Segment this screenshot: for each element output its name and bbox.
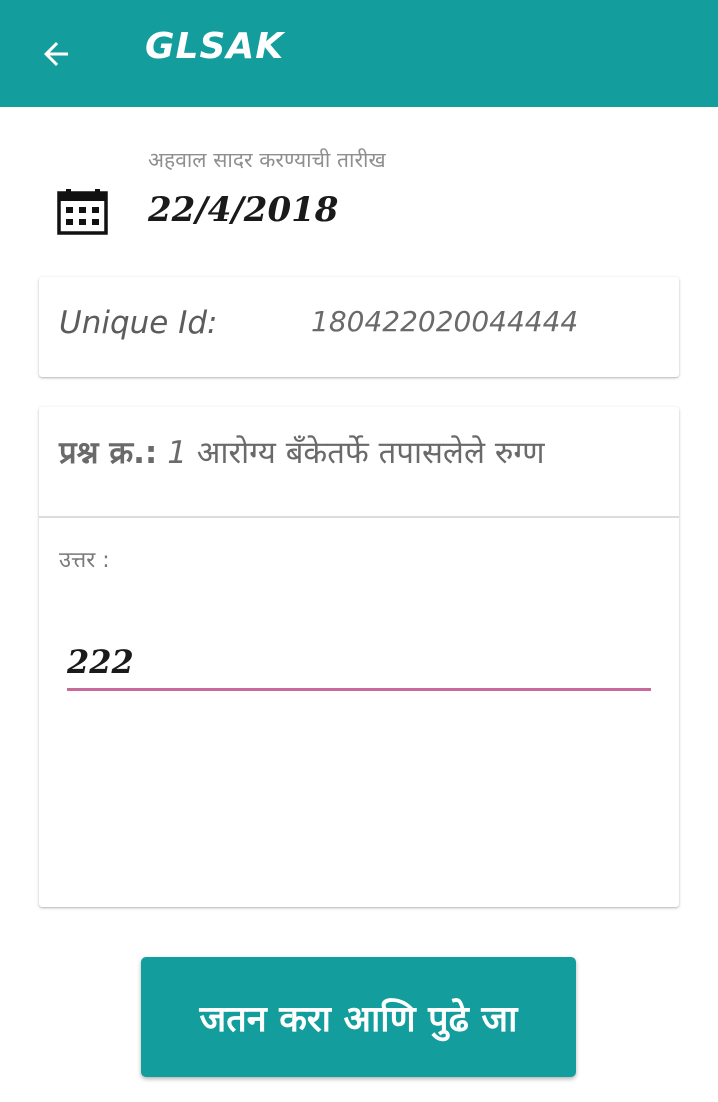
app-bar: GLSAK [0, 0, 718, 107]
question-divider [39, 516, 679, 518]
question-heading: प्रश्न क्र.: 1 आरोग्य बँकेतर्फे तपासलेले… [59, 431, 544, 473]
save-and-next-button[interactable]: जतन करा आणि पुढे जा [141, 957, 576, 1077]
unique-id-label: Unique Id: [59, 305, 218, 341]
arrow-left-icon [44, 42, 68, 66]
report-date-label: अहवाल सादर करण्याची तारीख [148, 148, 386, 172]
back-button[interactable] [30, 28, 82, 80]
question-number: 1 [167, 435, 187, 471]
question-prefix: प्रश्न क्र.: [59, 435, 158, 471]
answer-input[interactable] [67, 635, 651, 691]
calendar-icon [57, 189, 108, 235]
app-title: GLSAK [145, 26, 285, 67]
unique-id-value: 180422020044444 [311, 305, 579, 338]
calendar-button[interactable] [56, 187, 110, 237]
unique-id-card: Unique Id: 180422020044444 [39, 277, 679, 377]
question-card: प्रश्न क्र.: 1 आरोग्य बँकेतर्फे तपासलेले… [39, 407, 679, 907]
question-text: आरोग्य बँकेतर्फे तपासलेले रुग्ण [196, 435, 545, 471]
report-date-value[interactable]: 22/4/2018 [148, 190, 338, 230]
answer-label: उत्तर : [59, 548, 110, 573]
